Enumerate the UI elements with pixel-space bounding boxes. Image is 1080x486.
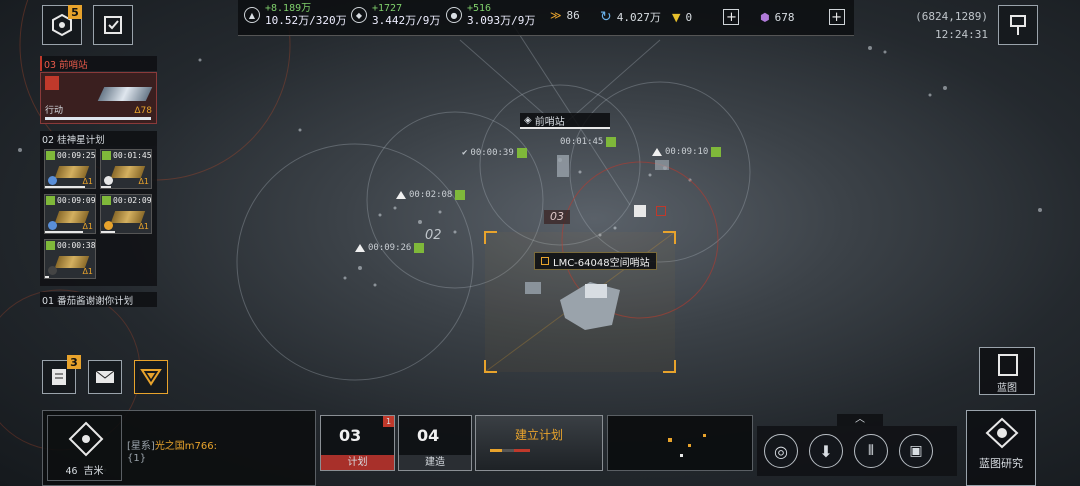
map-timer[interactable]: 00:09:10 <box>652 147 722 157</box>
resource-3[interactable]: ● +516 3.093万/9万 <box>446 3 535 27</box>
plan-alert-badge: 1 <box>383 416 394 427</box>
game-map[interactable]: 5 ▲ +8.189万 10.52万/320万 ◆ +1727 3.442万/9万 … <box>0 0 1080 486</box>
queue-slot[interactable]: 00:01:45 Δ1 <box>100 149 152 189</box>
add-purple-button[interactable]: + <box>828 9 845 25</box>
purple-icon: ⬢ <box>760 10 770 24</box>
resource-2[interactable]: ◆ +1727 3.442万/9万 <box>351 3 440 27</box>
map-timer[interactable]: 00:02:08 <box>396 190 466 200</box>
crystal-icon: ◆ <box>351 7 367 23</box>
folder-icon: ▣ <box>909 443 923 459</box>
plan-count: 03 <box>339 426 362 445</box>
cycle-icon: ↻ <box>600 9 612 25</box>
map-timer[interactable]: ✔ 00:00:39 <box>462 148 527 158</box>
distance: 46 吉米 <box>65 466 104 477</box>
flag-icon <box>1010 15 1026 35</box>
map-marker-button[interactable] <box>998 5 1038 45</box>
currency-1[interactable]: ↻ 4.027万 <box>600 9 661 25</box>
map-timer[interactable]: 00:09:26 <box>355 243 425 253</box>
task-badge: 3 <box>67 355 81 369</box>
station-label[interactable]: LMC-64048空间哨站 <box>534 252 657 270</box>
blueprint-icon <box>998 354 1018 376</box>
download-button[interactable]: ⬇ <box>809 434 843 468</box>
section-outpost-header[interactable]: 03 前哨站 <box>40 56 157 71</box>
queue-slot[interactable]: 00:09:25 Δ1 <box>44 149 96 189</box>
square-icon <box>541 257 549 265</box>
build-count: 04 <box>417 426 440 445</box>
resource-bar: ▲ +8.189万 10.52万/320万 ◆ +1727 3.442万/9万 ● … <box>238 0 854 36</box>
add-gold-button[interactable]: + <box>723 9 740 25</box>
fleet-count[interactable]: ≫ 86 <box>550 9 580 22</box>
map-timer[interactable]: 00:01:45 <box>560 137 617 147</box>
zone-label-02: 02 <box>425 228 442 243</box>
alliance-button[interactable]: 5 <box>42 5 82 45</box>
alliance-badge: 5 <box>68 5 82 19</box>
checklist-icon <box>104 16 122 34</box>
diamond-icon: ◈ <box>524 114 532 126</box>
red-target-icon <box>656 206 666 216</box>
sector-button[interactable]: 46 吉米 <box>47 415 122 481</box>
triangle-icon: ▲ <box>244 7 260 23</box>
chat-channel: [星系] <box>127 441 155 452</box>
outpost-card[interactable]: 行动 Δ78 <box>40 72 157 124</box>
galaxy-button[interactable]: ◎ <box>764 434 798 468</box>
chat-user[interactable]: 光之国m766: <box>155 441 217 452</box>
establish-plan-button[interactable]: 建立计划 <box>475 415 603 471</box>
document-icon <box>52 369 66 385</box>
tasks-button[interactable] <box>93 5 133 45</box>
research-icon <box>985 417 1019 449</box>
ship-image <box>97 87 153 101</box>
queue-slot[interactable]: 00:02:09 Δ1 <box>100 194 152 234</box>
expand-chevron-up-icon[interactable]: ︿ <box>837 414 883 426</box>
outpost-map-label[interactable]: ◈ 前哨站 <box>520 113 610 129</box>
currency-3[interactable]: ⬢ 678 + <box>760 9 845 25</box>
clock: 12:24:31 <box>935 28 988 41</box>
task-list-button[interactable]: 3 <box>42 355 81 394</box>
coordinates[interactable]: (6824,1289) <box>915 10 988 23</box>
storage-button[interactable]: ▣ <box>899 434 933 468</box>
section-tomato-header[interactable]: 01 番茄酱谢谢你计划 <box>40 292 157 307</box>
fleet-icon: ≫ <box>550 9 562 22</box>
mail-button[interactable] <box>88 360 122 394</box>
team-icon: ⦀ <box>867 443 875 459</box>
enemy-marker-icon[interactable] <box>634 205 646 217</box>
gold-icon: ▼ <box>672 10 681 24</box>
download-icon: ⬇ <box>819 441 833 461</box>
team-button[interactable]: ⦀ <box>854 434 888 468</box>
chat-panel[interactable]: 46 吉米 [星系]光之国m766: {1} <box>42 410 316 486</box>
blueprint-button[interactable]: 蓝图 <box>979 347 1035 395</box>
blueprint-research-button[interactable]: 蓝图研究 <box>966 410 1036 486</box>
plan-tab[interactable]: 03 计划 1 <box>320 415 395 471</box>
currency-2[interactable]: ▼ 0 + <box>672 9 740 25</box>
chevron-down-icon <box>140 369 162 386</box>
build-tab[interactable]: 04 建造 <box>398 415 472 471</box>
zone-label-03: 03 <box>544 210 570 224</box>
chat-text: {1} <box>127 453 147 464</box>
section-planet-header[interactable]: 02 桂神星计划 <box>40 131 157 146</box>
fleet-tactics-button[interactable] <box>134 360 168 394</box>
resource-1[interactable]: ▲ +8.189万 10.52万/320万 <box>244 3 347 27</box>
progress-bar <box>45 117 151 120</box>
queue-slot[interactable]: 00:09:09 Δ1 <box>44 194 96 234</box>
target-icon <box>45 76 59 90</box>
minimap[interactable] <box>607 415 753 471</box>
queue-slot[interactable]: 00:00:38 Δ1 <box>44 239 96 279</box>
gas-icon: ● <box>446 7 462 23</box>
spiral-icon: ◎ <box>774 441 788 461</box>
mail-icon <box>95 370 115 383</box>
sector-icon <box>68 421 104 457</box>
